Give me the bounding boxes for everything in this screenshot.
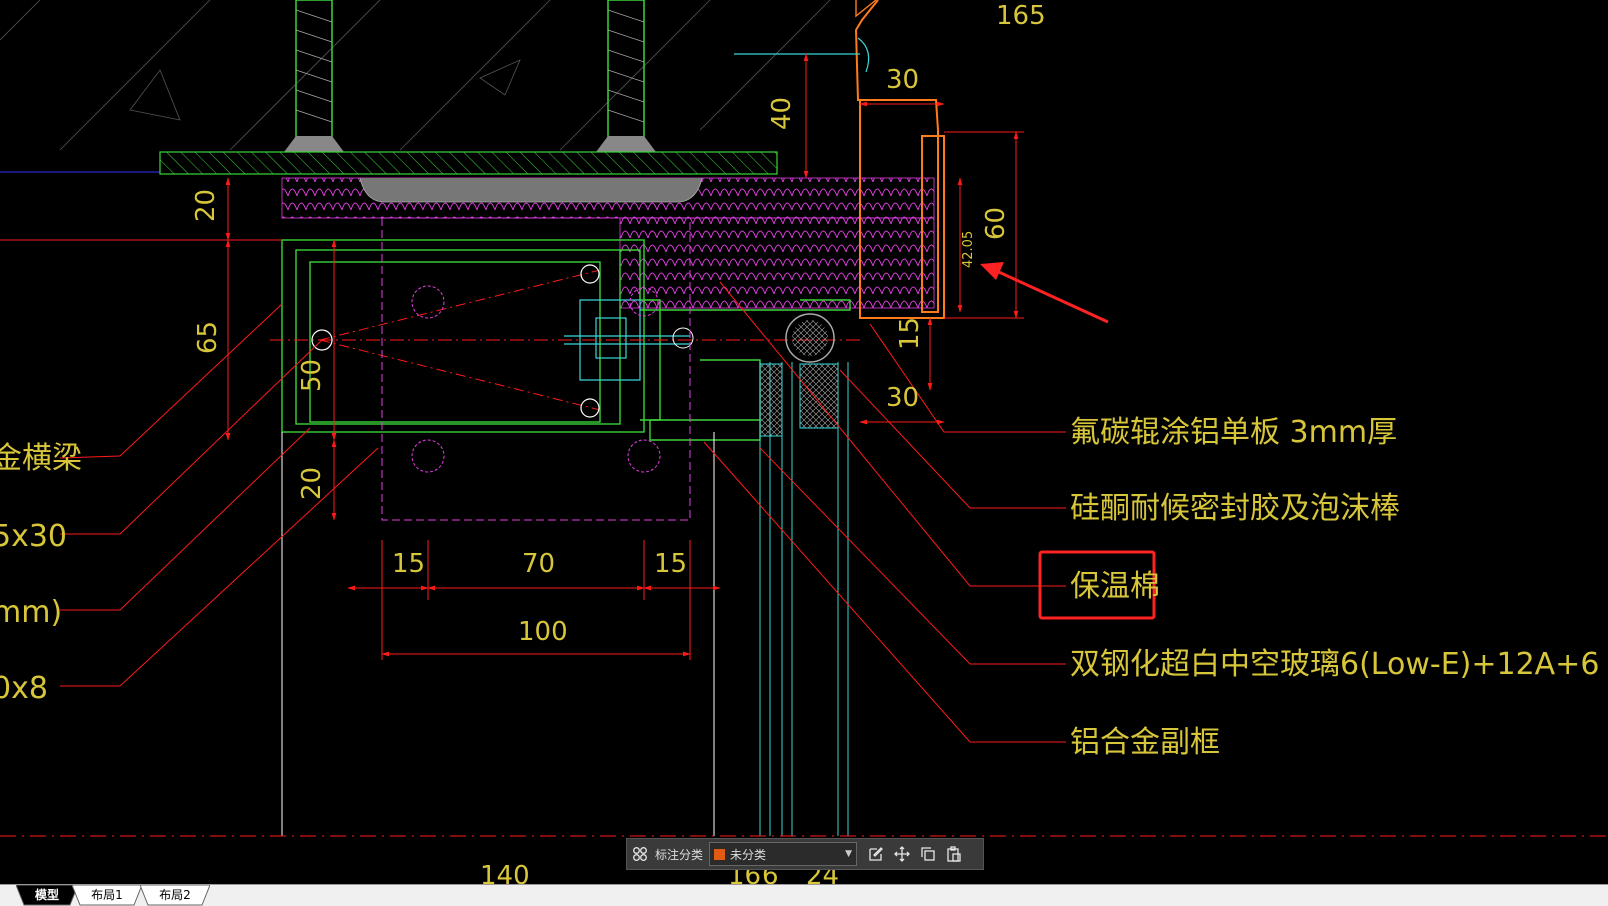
highlight-arrow <box>980 262 1109 324</box>
left-label-bolt: 0x8 <box>0 671 48 706</box>
grid-icon[interactable] <box>627 841 653 867</box>
category-color-swatch <box>714 848 726 860</box>
layout-tab-bar: 模型 布局1 布局2 <box>0 884 1608 906</box>
tab-model-label: 模型 <box>34 888 59 902</box>
dim-20-bottom: 20 <box>297 467 327 500</box>
left-label-mm: mm) <box>0 595 62 630</box>
paste-icon[interactable] <box>941 841 967 867</box>
cad-drawing-canvas[interactable]: 165 30 40 20 60 65 15 30 50 20 15 70 15 … <box>0 0 1608 884</box>
label-sealant: 硅酮耐候密封胶及泡沫棒 <box>1070 491 1400 526</box>
label-subframe: 铝合金副框 <box>1070 725 1220 760</box>
dim-50: 50 <box>297 359 327 392</box>
dim-15-right: 15 <box>895 317 925 350</box>
copy-icon[interactable] <box>915 841 941 867</box>
dim-60: 60 <box>981 207 1011 240</box>
dim-65: 65 <box>193 321 223 354</box>
tab-layout1-label: 布局1 <box>91 888 123 902</box>
dim-20-top: 20 <box>191 189 221 222</box>
embed-plate <box>159 151 778 175</box>
dim-100: 100 <box>518 617 568 647</box>
dim-165: 165 <box>996 1 1046 31</box>
chevron-down-icon: ▼ <box>845 849 853 859</box>
rebars <box>284 0 656 152</box>
move-icon[interactable] <box>889 841 915 867</box>
label-insulation: 保温棉 <box>1070 569 1160 604</box>
edit-icon[interactable] <box>863 841 889 867</box>
right-leaders <box>703 281 1066 743</box>
tab-layout2-label: 布局2 <box>159 888 191 902</box>
left-leaders <box>59 303 379 687</box>
label-aluminum-panel: 氟碳辊涂铝单板 3mm厚 <box>1070 415 1397 450</box>
dim-30-right: 30 <box>886 383 919 413</box>
dim-42-05: 42.05 <box>961 231 976 268</box>
annotation-category-select[interactable]: 未分类 ▼ <box>709 842 858 866</box>
left-label-transom: 金横梁 <box>0 441 82 476</box>
dim-40: 40 <box>767 97 797 130</box>
dim-30-top: 30 <box>886 65 919 95</box>
tab-layout2[interactable]: 布局2 <box>140 885 210 906</box>
tab-model[interactable]: 模型 <box>16 885 78 906</box>
dim-15-a: 15 <box>392 549 425 579</box>
label-glass: 双钢化超白中空玻璃6(Low-E)+12A+6 <box>1070 647 1599 682</box>
dim-70: 70 <box>522 549 555 579</box>
left-label-size: 5x30 <box>0 519 67 554</box>
annotation-toolbar: 标注分类 未分类 ▼ <box>626 838 984 870</box>
dim-15-b: 15 <box>654 549 687 579</box>
tab-layout1[interactable]: 布局1 <box>72 885 142 906</box>
category-select-value: 未分类 <box>730 847 767 862</box>
dim-140: 140 <box>480 861 530 884</box>
annotation-category-label: 标注分类 <box>655 847 704 862</box>
concrete-hatch <box>0 0 831 151</box>
insulating-glass <box>759 362 849 836</box>
